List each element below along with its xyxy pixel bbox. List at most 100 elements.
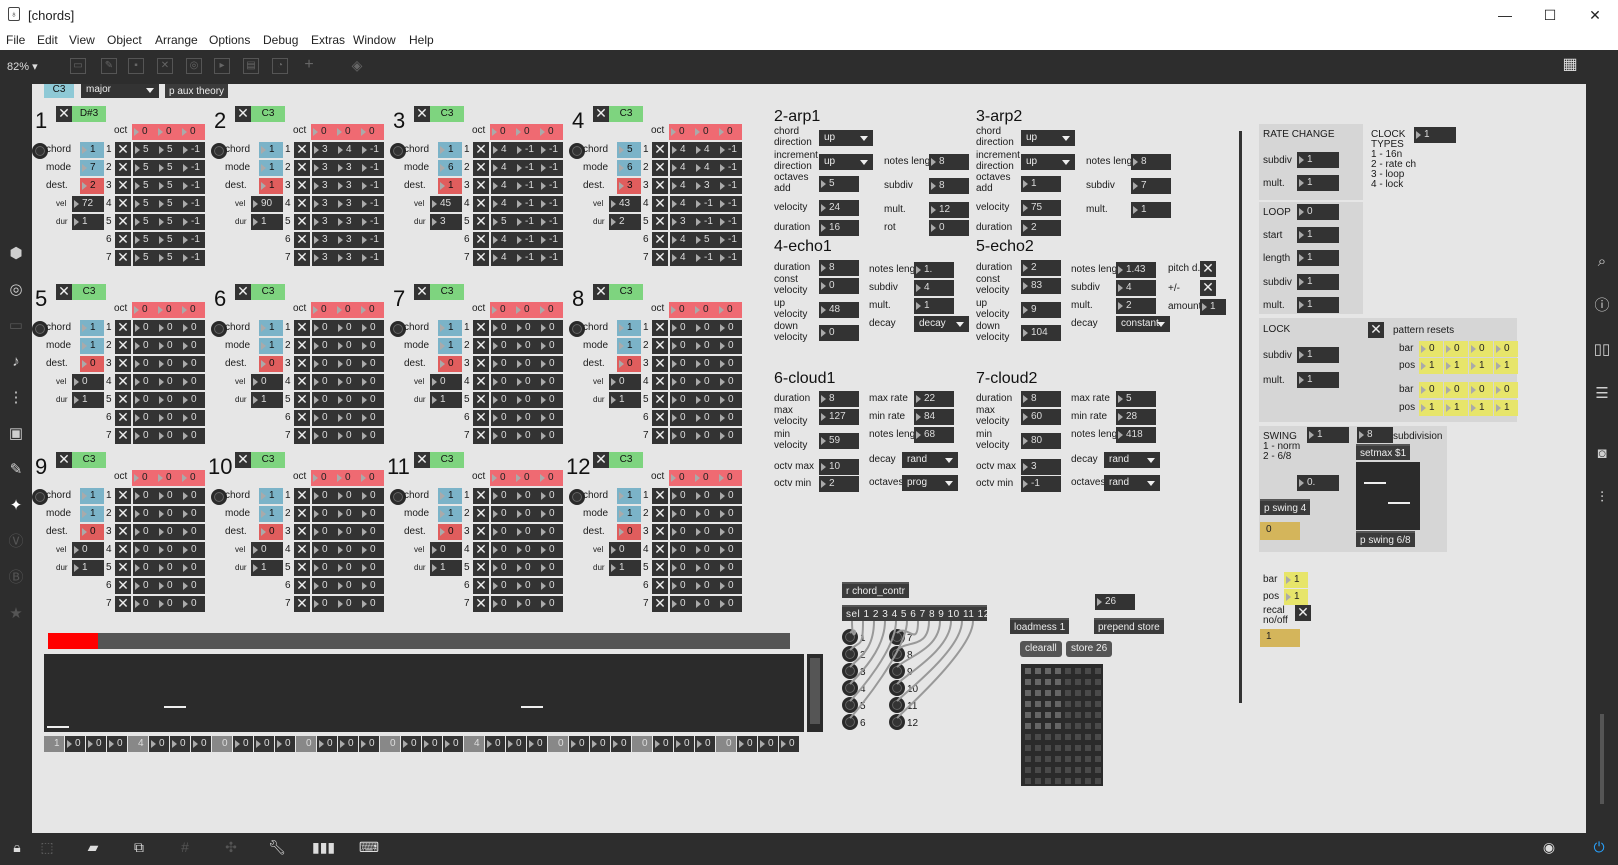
preset-slot[interactable]: [1095, 723, 1101, 729]
seq-step-number[interactable]: 0: [254, 736, 274, 752]
step-number[interactable]: 0: [539, 410, 563, 426]
step-number[interactable]: 3: [312, 160, 336, 176]
step-number[interactable]: 0: [312, 542, 336, 558]
preset-slot[interactable]: [1055, 756, 1061, 762]
seq-step-number[interactable]: 0: [737, 736, 757, 752]
echo1-mult-number[interactable]: 1: [914, 298, 954, 314]
prepend-object[interactable]: prepend store: [1094, 618, 1164, 634]
preset-slot[interactable]: [1065, 734, 1071, 740]
echo2-plusminus-toggle[interactable]: ✕: [1200, 280, 1216, 296]
step-toggle[interactable]: ✕: [294, 596, 310, 612]
step-toggle[interactable]: ✕: [115, 356, 131, 372]
voice-dest-number[interactable]: 0: [438, 356, 462, 372]
seq-step-number[interactable]: 4: [464, 736, 484, 752]
step-number[interactable]: 0: [515, 542, 539, 558]
step-toggle[interactable]: ✕: [652, 356, 668, 372]
oct-number[interactable]: 0: [359, 470, 383, 486]
reset-bar2-number[interactable]: 0: [1444, 382, 1468, 398]
step-number[interactable]: 0: [670, 356, 694, 372]
oct-number[interactable]: 0: [156, 470, 180, 486]
paperclip-icon[interactable]: ✎: [6, 460, 26, 480]
oct-number[interactable]: 0: [514, 470, 538, 486]
step-number[interactable]: 0: [670, 392, 694, 408]
preset-slot[interactable]: [1055, 679, 1061, 685]
oct-number[interactable]: 0: [132, 470, 156, 486]
step-toggle[interactable]: ✕: [652, 410, 668, 426]
loop-mult-number[interactable]: 1: [1297, 297, 1339, 313]
step-toggle[interactable]: ✕: [473, 178, 489, 194]
voice-mode-number[interactable]: 1: [259, 338, 283, 354]
step-number[interactable]: 0: [360, 410, 384, 426]
step-number[interactable]: -1: [515, 232, 539, 248]
arp2-mult-number[interactable]: 1: [1131, 202, 1171, 218]
seq-step-number[interactable]: 0: [317, 736, 337, 752]
voice-dest-number[interactable]: 1: [438, 178, 462, 194]
seq-step-number[interactable]: 0: [506, 736, 526, 752]
voice-chord-number[interactable]: 1: [617, 488, 641, 504]
reset-bar1-number[interactable]: 0: [1469, 341, 1493, 357]
step-number[interactable]: -1: [360, 196, 384, 212]
swing-value-number[interactable]: 0.: [1297, 475, 1339, 491]
step-number[interactable]: 0: [670, 542, 694, 558]
step-number[interactable]: 5: [157, 232, 181, 248]
step-number[interactable]: 0: [133, 560, 157, 576]
step-number[interactable]: 3: [336, 178, 360, 194]
step-number[interactable]: 0: [360, 356, 384, 372]
step-toggle[interactable]: ✕: [115, 488, 131, 504]
seq-step-number[interactable]: 0: [338, 736, 358, 752]
step-number[interactable]: -1: [718, 196, 742, 212]
echo2-notes_length-number[interactable]: 1.43: [1116, 262, 1156, 278]
echo2-const_velocity-number[interactable]: 83: [1021, 278, 1061, 294]
vel-number[interactable]: 0: [251, 374, 283, 390]
step-toggle[interactable]: ✕: [115, 392, 131, 408]
oct-number[interactable]: 0: [335, 470, 359, 486]
step-number[interactable]: 0: [718, 320, 742, 336]
step-number[interactable]: 0: [133, 374, 157, 390]
voice-mode-number[interactable]: 1: [617, 338, 641, 354]
preset-slot[interactable]: [1095, 767, 1101, 773]
menu-file[interactable]: File: [6, 33, 25, 47]
oct-number[interactable]: 0: [538, 302, 562, 318]
step-number[interactable]: -1: [515, 178, 539, 194]
step-toggle[interactable]: ✕: [115, 428, 131, 444]
reset-pos2-number[interactable]: 1: [1469, 400, 1493, 416]
step-toggle[interactable]: ✕: [652, 320, 668, 336]
step-number[interactable]: 0: [336, 356, 360, 372]
step-number[interactable]: 0: [181, 356, 205, 372]
vel-number[interactable]: 45: [430, 196, 462, 212]
menu-arrange[interactable]: Arrange: [155, 33, 198, 47]
loop-start-number[interactable]: 1: [1297, 227, 1339, 243]
step-number[interactable]: 4: [491, 196, 515, 212]
step-number[interactable]: 0: [360, 542, 384, 558]
step-toggle[interactable]: ✕: [294, 178, 310, 194]
dial-icon[interactable]: ◔: [272, 58, 288, 74]
step-number[interactable]: -1: [360, 250, 384, 266]
step-number[interactable]: -1: [718, 250, 742, 266]
seq-step-number[interactable]: 0: [149, 736, 169, 752]
camera-icon[interactable]: ◙: [1592, 444, 1612, 464]
step-toggle[interactable]: ✕: [652, 178, 668, 194]
voice-mode-number[interactable]: 1: [80, 506, 104, 522]
step-number[interactable]: -1: [718, 214, 742, 230]
step-number[interactable]: 0: [312, 560, 336, 576]
step-number[interactable]: 0: [133, 428, 157, 444]
preset-slot[interactable]: [1035, 679, 1041, 685]
step-number[interactable]: 0: [360, 338, 384, 354]
step-number[interactable]: 5: [491, 214, 515, 230]
maximize-button[interactable]: ☐: [1530, 4, 1570, 26]
lock-mult-number[interactable]: 1: [1297, 372, 1339, 388]
cloud1-duration-number[interactable]: 8: [819, 391, 859, 407]
step-number[interactable]: 0: [336, 596, 360, 612]
oct-number[interactable]: 0: [359, 124, 383, 140]
dur-number[interactable]: 3: [430, 214, 462, 230]
preset-slot[interactable]: [1045, 723, 1051, 729]
step-number[interactable]: 0: [336, 338, 360, 354]
seq-step-number[interactable]: 1: [44, 736, 64, 752]
step-number[interactable]: 3: [336, 214, 360, 230]
step-number[interactable]: 0: [491, 524, 515, 540]
step-number[interactable]: 0: [718, 542, 742, 558]
step-number[interactable]: -1: [539, 250, 563, 266]
preset-slot[interactable]: [1095, 745, 1101, 751]
presentation-icon[interactable]: ▭: [70, 58, 86, 74]
preset-slot[interactable]: [1045, 745, 1051, 751]
